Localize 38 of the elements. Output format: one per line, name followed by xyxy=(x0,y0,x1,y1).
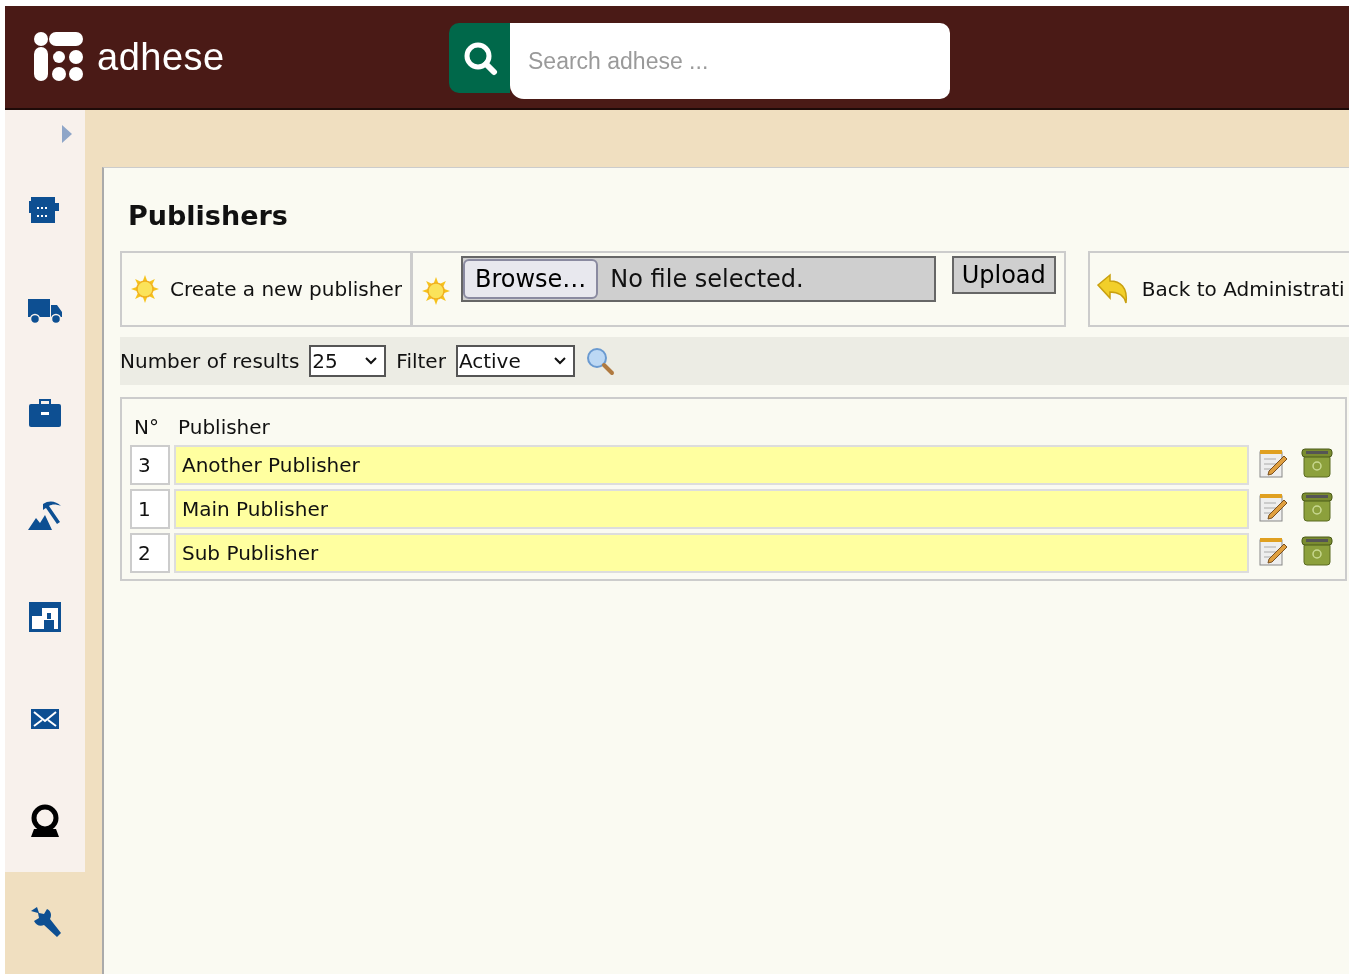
mail-icon xyxy=(30,706,60,731)
search-icon[interactable] xyxy=(584,346,615,376)
sun-icon xyxy=(130,274,160,304)
trash-bin-icon[interactable] xyxy=(1300,446,1334,479)
window-icon xyxy=(27,599,63,634)
column-header: N° xyxy=(133,414,160,441)
filter-label: Filter xyxy=(396,349,446,373)
results-select[interactable]: 25 xyxy=(309,345,387,377)
browse-button[interactable]: Browse… xyxy=(462,259,599,299)
caret-icon xyxy=(364,356,379,366)
sun-icon xyxy=(420,276,451,306)
logo-icon xyxy=(33,31,85,83)
table-cell: 3 xyxy=(130,445,170,485)
page-title: Publishers xyxy=(128,200,289,231)
create-publisher-link[interactable]: Create a new publisher xyxy=(170,277,402,301)
upload-button[interactable]: Upload xyxy=(951,256,1056,294)
webcam-icon xyxy=(28,802,62,839)
table-cell: 2 xyxy=(130,533,170,573)
back-link[interactable]: Back to Administrati xyxy=(1095,273,1345,305)
column-header: Publisher xyxy=(177,414,271,441)
truck-icon xyxy=(26,296,64,325)
search-button[interactable] xyxy=(449,23,510,93)
file-field[interactable]: Browse… No file selected. xyxy=(460,256,936,302)
back-arrow-icon xyxy=(1095,273,1130,305)
search-field[interactable]: Search adhese ... xyxy=(510,23,950,99)
table-cell: 1 xyxy=(130,489,170,529)
table-cell: Another Publisher xyxy=(174,445,1249,485)
briefcase-icon xyxy=(27,396,63,429)
table-cell: Sub Publisher xyxy=(174,533,1249,573)
caret-icon xyxy=(552,356,567,366)
logo-text: adhese xyxy=(97,35,225,79)
file-status: No file selected. xyxy=(610,265,804,293)
trash-bin-icon[interactable] xyxy=(1300,490,1334,523)
results-label: Number of results xyxy=(120,349,300,373)
trash-bin-icon[interactable] xyxy=(1300,534,1334,567)
filter-select[interactable]: Active xyxy=(455,345,575,377)
table-cell: Main Publisher xyxy=(174,489,1249,529)
sidebar-item[interactable] xyxy=(5,769,85,872)
